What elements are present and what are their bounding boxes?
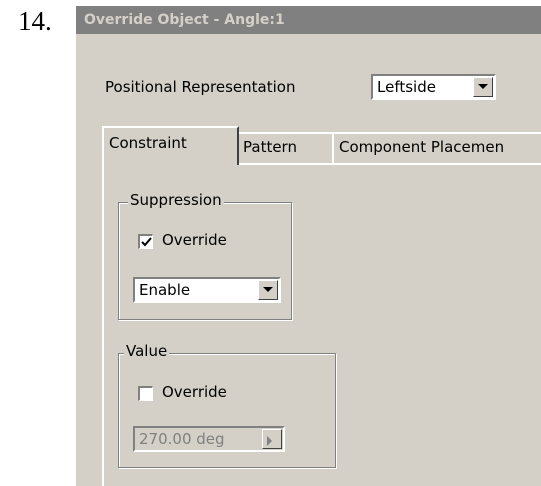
spinner-button [262, 429, 282, 449]
suppression-dropdown[interactable]: Enable [133, 277, 281, 303]
tab-component-placement[interactable]: Component Placemen [332, 132, 541, 163]
value-field-text: 270.00 deg [139, 430, 225, 448]
value-override-label: Override [162, 383, 227, 401]
dropdown-arrow-icon [478, 84, 488, 89]
tab-constraint[interactable]: Constraint [102, 126, 239, 165]
spinner-arrow-icon [267, 436, 272, 446]
step-number: 14. [18, 6, 52, 36]
positional-representation-label: Positional Representation [105, 78, 296, 96]
dropdown-button[interactable] [258, 280, 278, 300]
suppression-value: Enable [139, 281, 191, 299]
suppression-group-label: Suppression [128, 191, 224, 209]
value-group-label: Value [124, 342, 170, 360]
positional-representation-dropdown[interactable]: Leftside [371, 74, 496, 100]
checkmark-icon [141, 237, 152, 247]
suppression-override-label: Override [162, 231, 227, 249]
tab-pattern[interactable]: Pattern [236, 132, 334, 163]
positional-representation-value: Leftside [377, 78, 436, 96]
dropdown-button[interactable] [473, 77, 493, 97]
suppression-override-checkbox[interactable] [138, 234, 153, 249]
override-object-dialog: Override Object - Angle:1 Positional Rep… [76, 6, 541, 486]
value-override-checkbox[interactable] [138, 386, 153, 401]
dialog-title: Override Object - Angle:1 [76, 6, 541, 34]
value-field: 270.00 deg [133, 426, 285, 452]
dropdown-arrow-icon [263, 287, 273, 292]
